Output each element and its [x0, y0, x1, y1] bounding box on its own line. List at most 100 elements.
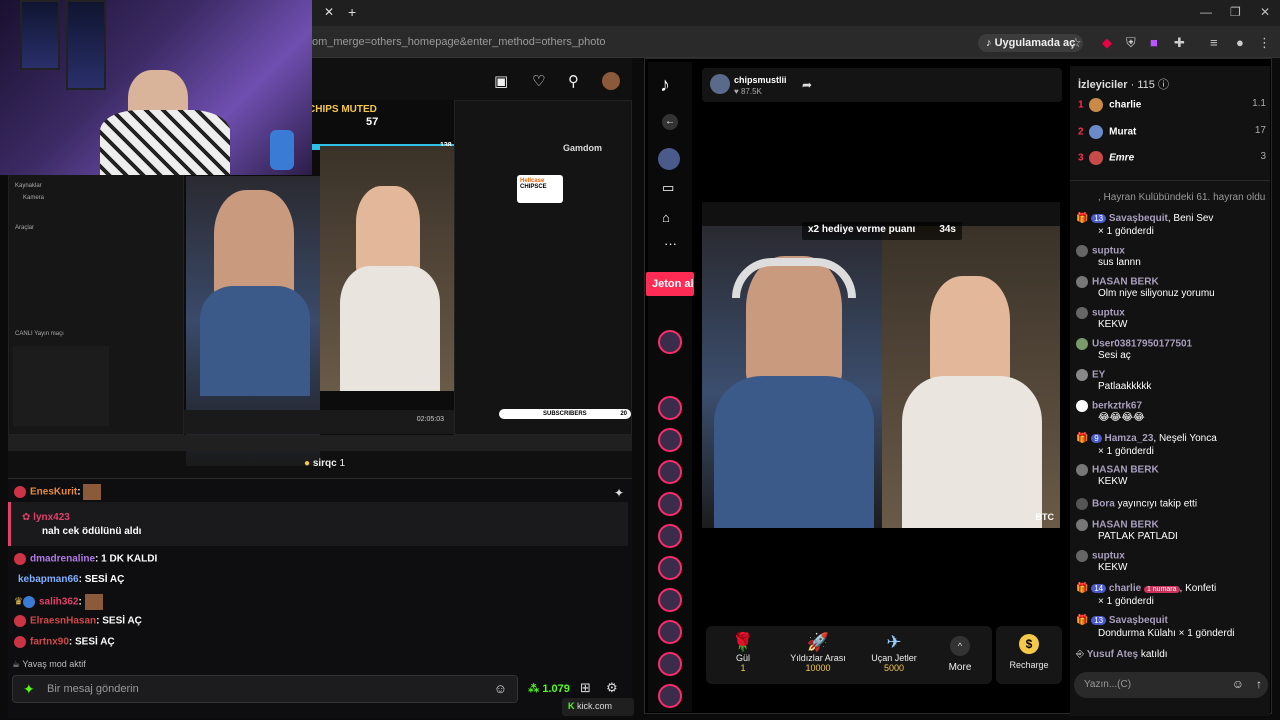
- chat-user[interactable]: suptux: [1092, 308, 1125, 319]
- send-icon[interactable]: ↑: [1256, 677, 1262, 691]
- user-avatar[interactable]: [602, 72, 620, 90]
- chat-user[interactable]: EnesKurit: [30, 487, 77, 498]
- kick-domain-badge[interactable]: K kick.com: [562, 698, 634, 716]
- chipsce-code: CHIPSCE: [520, 184, 547, 190]
- shield-icon[interactable]: ⛨: [1126, 35, 1136, 51]
- search-icon[interactable]: ⚲: [568, 72, 579, 90]
- chat-user[interactable]: Yusuf Ateş: [1087, 649, 1138, 660]
- top-viewer-row[interactable]: 3 Emre 3: [1078, 151, 1266, 165]
- chat-user[interactable]: Savaşbequit: [1109, 213, 1168, 224]
- recharge-button[interactable]: $ Recharge: [996, 626, 1062, 684]
- chips-count: 57: [366, 116, 379, 128]
- jet-icon: ✈: [886, 632, 902, 652]
- chat-user[interactable]: suptux: [1092, 551, 1125, 562]
- chat-text: × 1 gönderdi: [1098, 226, 1154, 237]
- side-avatar[interactable]: [658, 148, 680, 170]
- new-tab-icon[interactable]: +: [348, 4, 356, 20]
- live-avatar[interactable]: [658, 396, 682, 420]
- jeton-button[interactable]: Jeton al: [646, 272, 694, 296]
- guest-shirt: [902, 376, 1042, 528]
- drink-can: [270, 130, 294, 170]
- chat-divider: [1070, 180, 1270, 181]
- url-text[interactable]: om_merge=others_homepage&enter_method=ot…: [312, 36, 606, 48]
- info-icon[interactable]: ⓘ: [1158, 79, 1169, 91]
- user-avatar: [1076, 550, 1088, 562]
- chat-user[interactable]: charlie: [1109, 583, 1141, 594]
- gift-jets[interactable]: ✈ Uçan Jetler 5000: [858, 632, 930, 673]
- gift-icon[interactable]: ⊞: [580, 680, 591, 696]
- chat-input[interactable]: ✦ Bir mesaj gönderin ☺: [12, 675, 518, 703]
- guest-shirt: [340, 266, 440, 391]
- video-icon[interactable]: ▭: [662, 180, 674, 196]
- live-avatar[interactable]: [658, 460, 682, 484]
- live-avatar[interactable]: [658, 620, 682, 644]
- host-face: [214, 190, 294, 300]
- settings-gear-icon[interactable]: ⚙: [606, 680, 618, 696]
- viewers-title: İzleyiciler: [1078, 79, 1128, 91]
- live-avatar[interactable]: [658, 684, 682, 708]
- live-avatar[interactable]: [658, 556, 682, 580]
- gift-interstellar[interactable]: 🚀 Yıldızlar Arası 10000: [782, 632, 854, 673]
- viewer-avatar: [1089, 98, 1104, 112]
- emoji-icon[interactable]: ☺: [494, 681, 507, 696]
- tiktok-logo-icon[interactable]: ♪: [660, 74, 670, 97]
- share-icon[interactable]: ➦: [802, 78, 812, 92]
- tt-chat-input[interactable]: Yazın...(C) ☺ ↑: [1074, 672, 1268, 698]
- chat-row: Bora yayıncıyı takip etti: [1076, 498, 1197, 511]
- chat-user[interactable]: kebapman66: [18, 574, 79, 585]
- live-avatar[interactable]: [658, 492, 682, 516]
- star-icon[interactable]: ☆: [1070, 35, 1082, 51]
- more-gifts-button[interactable]: ^ More: [924, 636, 996, 673]
- chat-row: suptux: [1076, 307, 1125, 320]
- player-controls[interactable]: 02:05:03: [184, 410, 454, 434]
- chat-text: 1 DK KALDI: [101, 553, 158, 565]
- extension2-icon[interactable]: ■: [1150, 35, 1158, 50]
- gift-rose[interactable]: 🌹 Gül 1: [707, 632, 779, 673]
- live-avatar[interactable]: [658, 330, 682, 354]
- chat-user[interactable]: fartnx90: [30, 637, 69, 648]
- chat-user[interactable]: ElraesnHasan: [30, 616, 96, 627]
- chat-user[interactable]: lynx423: [33, 512, 70, 523]
- minimize-icon[interactable]: —: [1200, 5, 1212, 19]
- chat-user[interactable]: dmadrenaline: [30, 554, 95, 565]
- viewer-score: 17: [1254, 125, 1266, 136]
- heart-icon[interactable]: ♡: [532, 72, 545, 90]
- chat-user[interactable]: EY: [1092, 370, 1105, 381]
- home-icon[interactable]: ⌂: [662, 210, 670, 225]
- points-display[interactable]: ⁂ 1.079: [528, 682, 570, 695]
- puzzle-icon[interactable]: ✚: [1174, 35, 1185, 51]
- maximize-icon[interactable]: ❐: [1230, 5, 1241, 19]
- more-dots-icon[interactable]: ···: [664, 236, 677, 251]
- top-viewer-row[interactable]: 2 Murat 17: [1078, 125, 1266, 139]
- coin-icon: $: [1019, 634, 1039, 654]
- chat-user[interactable]: Savaşbequit: [1109, 615, 1168, 626]
- chat-user[interactable]: salih362: [39, 597, 78, 608]
- emoji-icon[interactable]: ☺: [1232, 677, 1244, 691]
- back-arrow-icon[interactable]: ←: [662, 114, 678, 130]
- extension-icon[interactable]: ◆: [1102, 35, 1112, 51]
- chat-row: ⎆ Yusuf Ateş katıldı: [1076, 649, 1168, 661]
- menu-dots-icon[interactable]: ⋮: [1258, 35, 1271, 51]
- chat-user[interactable]: HASAN BERK: [1092, 465, 1159, 476]
- queue-icon[interactable]: ≡: [1210, 35, 1218, 50]
- top-viewer-row[interactable]: 1 charlie 1.1: [1078, 98, 1266, 112]
- chat-user[interactable]: HASAN BERK: [1092, 520, 1159, 531]
- host-name[interactable]: chipsmustlii: [734, 75, 787, 85]
- live-avatar[interactable]: [658, 588, 682, 612]
- host-avatar[interactable]: [710, 74, 730, 94]
- chat-user[interactable]: Bora: [1092, 499, 1115, 510]
- chat-user[interactable]: suptux: [1092, 246, 1125, 257]
- theater-icon[interactable]: ▣: [494, 72, 508, 90]
- pin-icon[interactable]: ✦: [614, 486, 624, 500]
- chat-user[interactable]: berkztrk67: [1092, 401, 1142, 412]
- chat-user[interactable]: User03817950177501: [1092, 339, 1192, 350]
- profile-icon[interactable]: ●: [1236, 35, 1244, 50]
- tab-close-area[interactable]: ✕ +: [312, 4, 362, 22]
- live-avatar[interactable]: [658, 524, 682, 548]
- chat-user[interactable]: HASAN BERK: [1092, 277, 1159, 288]
- close-tab-icon[interactable]: ✕: [324, 5, 334, 19]
- live-avatar[interactable]: [658, 428, 682, 452]
- window-close-icon[interactable]: ✕: [1260, 5, 1270, 19]
- chat-user[interactable]: Hamza_23: [1104, 433, 1153, 444]
- live-avatar[interactable]: [658, 652, 682, 676]
